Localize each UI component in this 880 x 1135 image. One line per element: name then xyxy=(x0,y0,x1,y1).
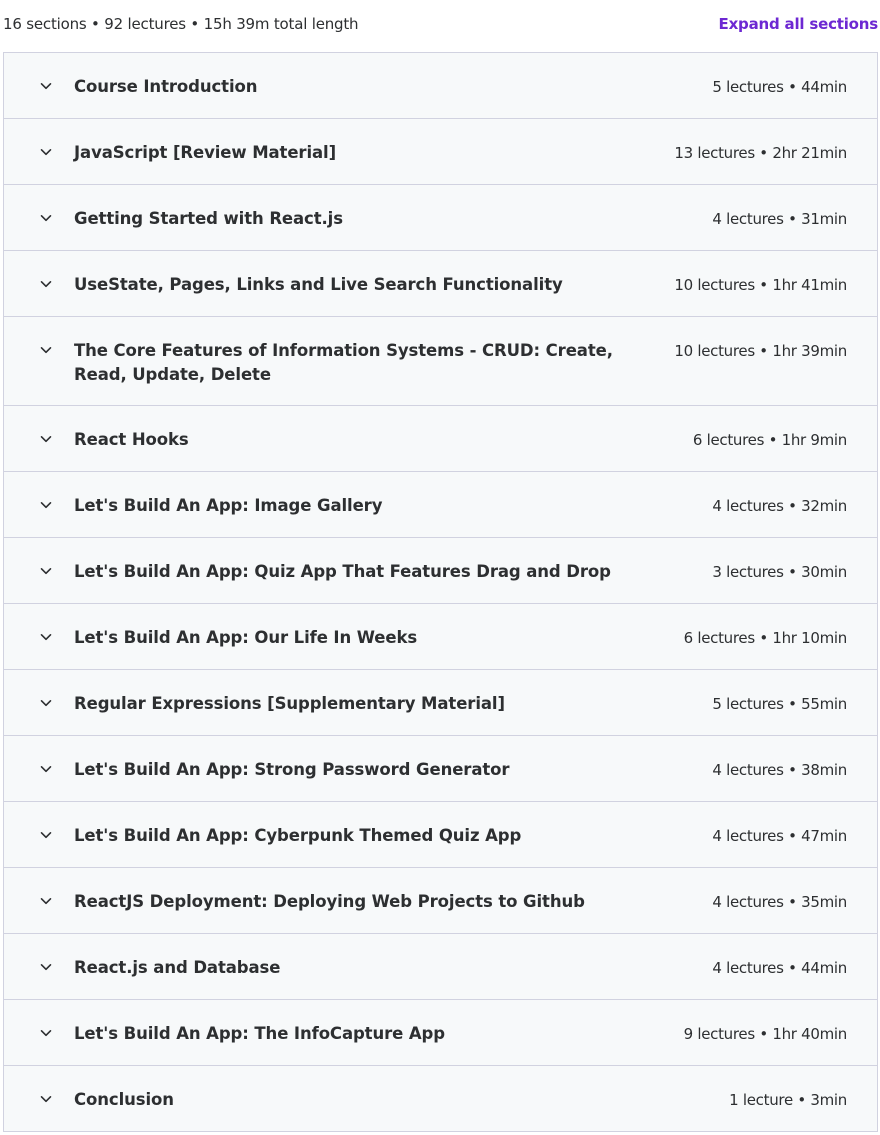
section-meta: 4 lectures • 32min xyxy=(712,497,847,515)
section-row[interactable]: The Core Features of Information Systems… xyxy=(4,317,877,406)
section-title: Regular Expressions [Supplementary Mater… xyxy=(74,694,505,713)
section-row[interactable]: Regular Expressions [Supplementary Mater… xyxy=(4,670,877,736)
section-meta: 4 lectures • 38min xyxy=(712,761,847,779)
section-meta: 13 lectures • 2hr 21min xyxy=(674,144,847,162)
section-meta: 4 lectures • 47min xyxy=(712,827,847,845)
section-row[interactable]: Course Introduction 5 lectures • 44min xyxy=(4,53,877,119)
chevron-down-icon xyxy=(39,277,53,291)
curriculum-header: 16 sections • 92 lectures • 15h 39m tota… xyxy=(0,0,880,52)
chevron-down-icon xyxy=(39,432,53,446)
section-meta: 6 lectures • 1hr 9min xyxy=(692,431,847,449)
chevron-down-icon xyxy=(39,894,53,908)
section-title: React Hooks xyxy=(74,430,189,449)
section-meta: 10 lectures • 1hr 39min xyxy=(674,342,847,360)
curriculum-summary: 16 sections • 92 lectures • 15h 39m tota… xyxy=(3,15,359,33)
section-meta: 4 lectures • 31min xyxy=(712,210,847,228)
section-title: JavaScript [Review Material] xyxy=(74,143,337,162)
chevron-down-icon xyxy=(39,145,53,159)
section-row[interactable]: UseState, Pages, Links and Live Search F… xyxy=(4,251,877,317)
section-meta: 6 lectures • 1hr 10min xyxy=(683,629,848,647)
expand-all-sections-button[interactable]: Expand all sections xyxy=(719,15,879,33)
chevron-down-icon xyxy=(39,343,53,357)
section-meta: 10 lectures • 1hr 41min xyxy=(674,276,847,294)
section-row[interactable]: Let's Build An App: Quiz App That Featur… xyxy=(4,538,877,604)
section-title: Let's Build An App: Our Life In Weeks xyxy=(74,628,418,647)
section-row[interactable]: Let's Build An App: Our Life In Weeks 6 … xyxy=(4,604,877,670)
section-meta: 5 lectures • 44min xyxy=(712,78,847,96)
chevron-down-icon xyxy=(39,1026,53,1040)
section-row[interactable]: Let's Build An App: Strong Password Gene… xyxy=(4,736,877,802)
section-title: Let's Build An App: Quiz App That Featur… xyxy=(74,562,611,581)
chevron-down-icon xyxy=(39,79,53,93)
chevron-down-icon xyxy=(39,762,53,776)
section-title: Course Introduction xyxy=(74,77,258,96)
chevron-down-icon xyxy=(39,498,53,512)
chevron-down-icon xyxy=(39,630,53,644)
section-title: Conclusion xyxy=(74,1090,174,1109)
section-meta: 1 lecture • 3min xyxy=(729,1091,847,1109)
section-row[interactable]: Let's Build An App: The InfoCapture App … xyxy=(4,1000,877,1066)
chevron-down-icon xyxy=(39,828,53,842)
chevron-down-icon xyxy=(39,211,53,225)
section-row[interactable]: JavaScript [Review Material] 13 lectures… xyxy=(4,119,877,185)
section-meta: 3 lectures • 30min xyxy=(712,563,847,581)
section-row[interactable]: Let's Build An App: Cyberpunk Themed Qui… xyxy=(4,802,877,868)
section-title: Getting Started with React.js xyxy=(74,209,343,228)
section-meta: 4 lectures • 44min xyxy=(712,959,847,977)
section-title: Let's Build An App: Strong Password Gene… xyxy=(74,760,510,779)
section-meta: 4 lectures • 35min xyxy=(712,893,847,911)
chevron-down-icon xyxy=(39,564,53,578)
section-row[interactable]: ReactJS Deployment: Deploying Web Projec… xyxy=(4,868,877,934)
section-title: ReactJS Deployment: Deploying Web Projec… xyxy=(74,892,585,911)
chevron-down-icon xyxy=(39,1092,53,1106)
section-meta: 9 lectures • 1hr 40min xyxy=(683,1025,848,1043)
section-title: UseState, Pages, Links and Live Search F… xyxy=(74,275,563,294)
section-title: React.js and Database xyxy=(74,958,281,977)
section-row[interactable]: Let's Build An App: Image Gallery 4 lect… xyxy=(4,472,877,538)
section-row[interactable]: Getting Started with React.js 4 lectures… xyxy=(4,185,877,251)
section-title: The Core Features of Information Systems… xyxy=(74,341,613,384)
section-title: Let's Build An App: Image Gallery xyxy=(74,496,383,515)
section-meta: 5 lectures • 55min xyxy=(712,695,847,713)
section-title: Let's Build An App: The InfoCapture App xyxy=(74,1024,445,1043)
section-title: Let's Build An App: Cyberpunk Themed Qui… xyxy=(74,826,522,845)
chevron-down-icon xyxy=(39,696,53,710)
section-row[interactable]: React.js and Database 4 lectures • 44min xyxy=(4,934,877,1000)
section-row[interactable]: Conclusion 1 lecture • 3min xyxy=(4,1066,877,1131)
curriculum-accordion: Course Introduction 5 lectures • 44min J… xyxy=(3,52,878,1132)
chevron-down-icon xyxy=(39,960,53,974)
section-row[interactable]: React Hooks 6 lectures • 1hr 9min xyxy=(4,406,877,472)
